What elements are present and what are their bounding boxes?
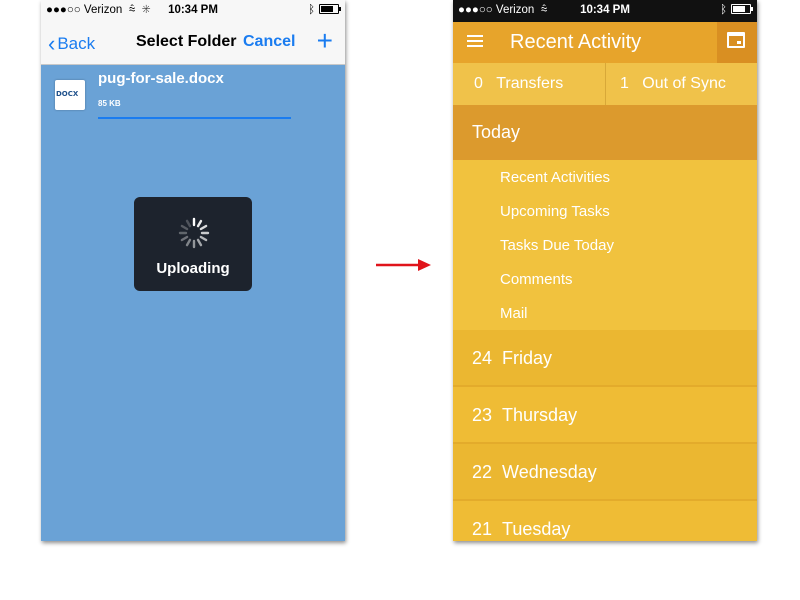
today-section-header[interactable]: Today [453, 105, 757, 160]
file-size: 85 KB [98, 99, 121, 108]
status-time: 10:34 PM [168, 4, 218, 16]
day-row-21[interactable]: 21 Tuesday [453, 501, 757, 541]
transfers-stat[interactable]: 0 Transfers [474, 75, 563, 93]
today-item-mail[interactable]: Mail [500, 305, 528, 322]
status-bar: ●●●○○ Verizon ⩯ 10:34 PM ᛒ [453, 0, 757, 22]
today-items-list: Recent Activities Upcoming Tasks Tasks D… [453, 160, 757, 330]
day-row-24[interactable]: 24 Friday [453, 330, 757, 385]
today-item-tasks-due-today[interactable]: Tasks Due Today [500, 237, 614, 254]
day-row-22[interactable]: 22 Wednesday [453, 444, 757, 499]
navigation-bar: ‹ Back Select Folder Cancel + [41, 22, 345, 65]
left-phone-screen: ●●●○○ Verizon ⩯ ✳ 10:34 PM ᛒ ‹ Back Selec… [41, 0, 345, 541]
bluetooth-icon: ᛒ [308, 4, 315, 16]
app-header: Recent Activity [453, 22, 757, 63]
chevron-left-icon: ‹ [48, 31, 56, 56]
calendar-icon [727, 32, 745, 48]
calendar-button[interactable] [717, 22, 757, 63]
cancel-button[interactable]: Cancel [243, 33, 295, 51]
battery-icon [319, 4, 341, 14]
out-of-sync-stat[interactable]: 1 Out of Sync [620, 75, 726, 93]
day-row-23[interactable]: 23 Thursday [453, 387, 757, 442]
divider [605, 63, 606, 105]
today-item-upcoming-tasks[interactable]: Upcoming Tasks [500, 203, 610, 220]
uploading-label: Uploading [156, 260, 230, 277]
battery-icon [731, 4, 753, 14]
docx-file-icon: DOCX [55, 80, 85, 110]
back-button[interactable]: ‹ Back [48, 31, 95, 57]
upload-progress-fill [98, 117, 291, 119]
page-title: Recent Activity [510, 31, 642, 53]
status-right: ᛒ [720, 4, 753, 16]
bluetooth-icon: ᛒ [720, 4, 727, 16]
arrow-right-icon [376, 259, 431, 271]
upload-progress-bar [98, 117, 291, 119]
status-time: 10:34 PM [580, 4, 630, 16]
today-item-recent-activities[interactable]: Recent Activities [500, 169, 610, 186]
stats-bar: 0 Transfers 1 Out of Sync [453, 63, 757, 105]
file-list-item[interactable]: DOCX pug-for-sale.docx 85 KB [41, 65, 345, 125]
status-bar: ●●●○○ Verizon ⩯ ✳ 10:34 PM ᛒ [41, 0, 345, 22]
right-phone-screen: ●●●○○ Verizon ⩯ 10:34 PM ᛒ Recent Activi… [453, 0, 757, 541]
spinner-icon [178, 217, 210, 249]
menu-icon[interactable] [467, 35, 483, 49]
page-title: Select Folder [136, 33, 237, 50]
uploading-overlay: Uploading [134, 197, 252, 291]
status-right: ᛒ [308, 4, 341, 16]
today-item-comments[interactable]: Comments [500, 271, 573, 288]
add-folder-button[interactable]: + [317, 26, 333, 56]
file-name: pug-for-sale.docx [98, 70, 224, 87]
